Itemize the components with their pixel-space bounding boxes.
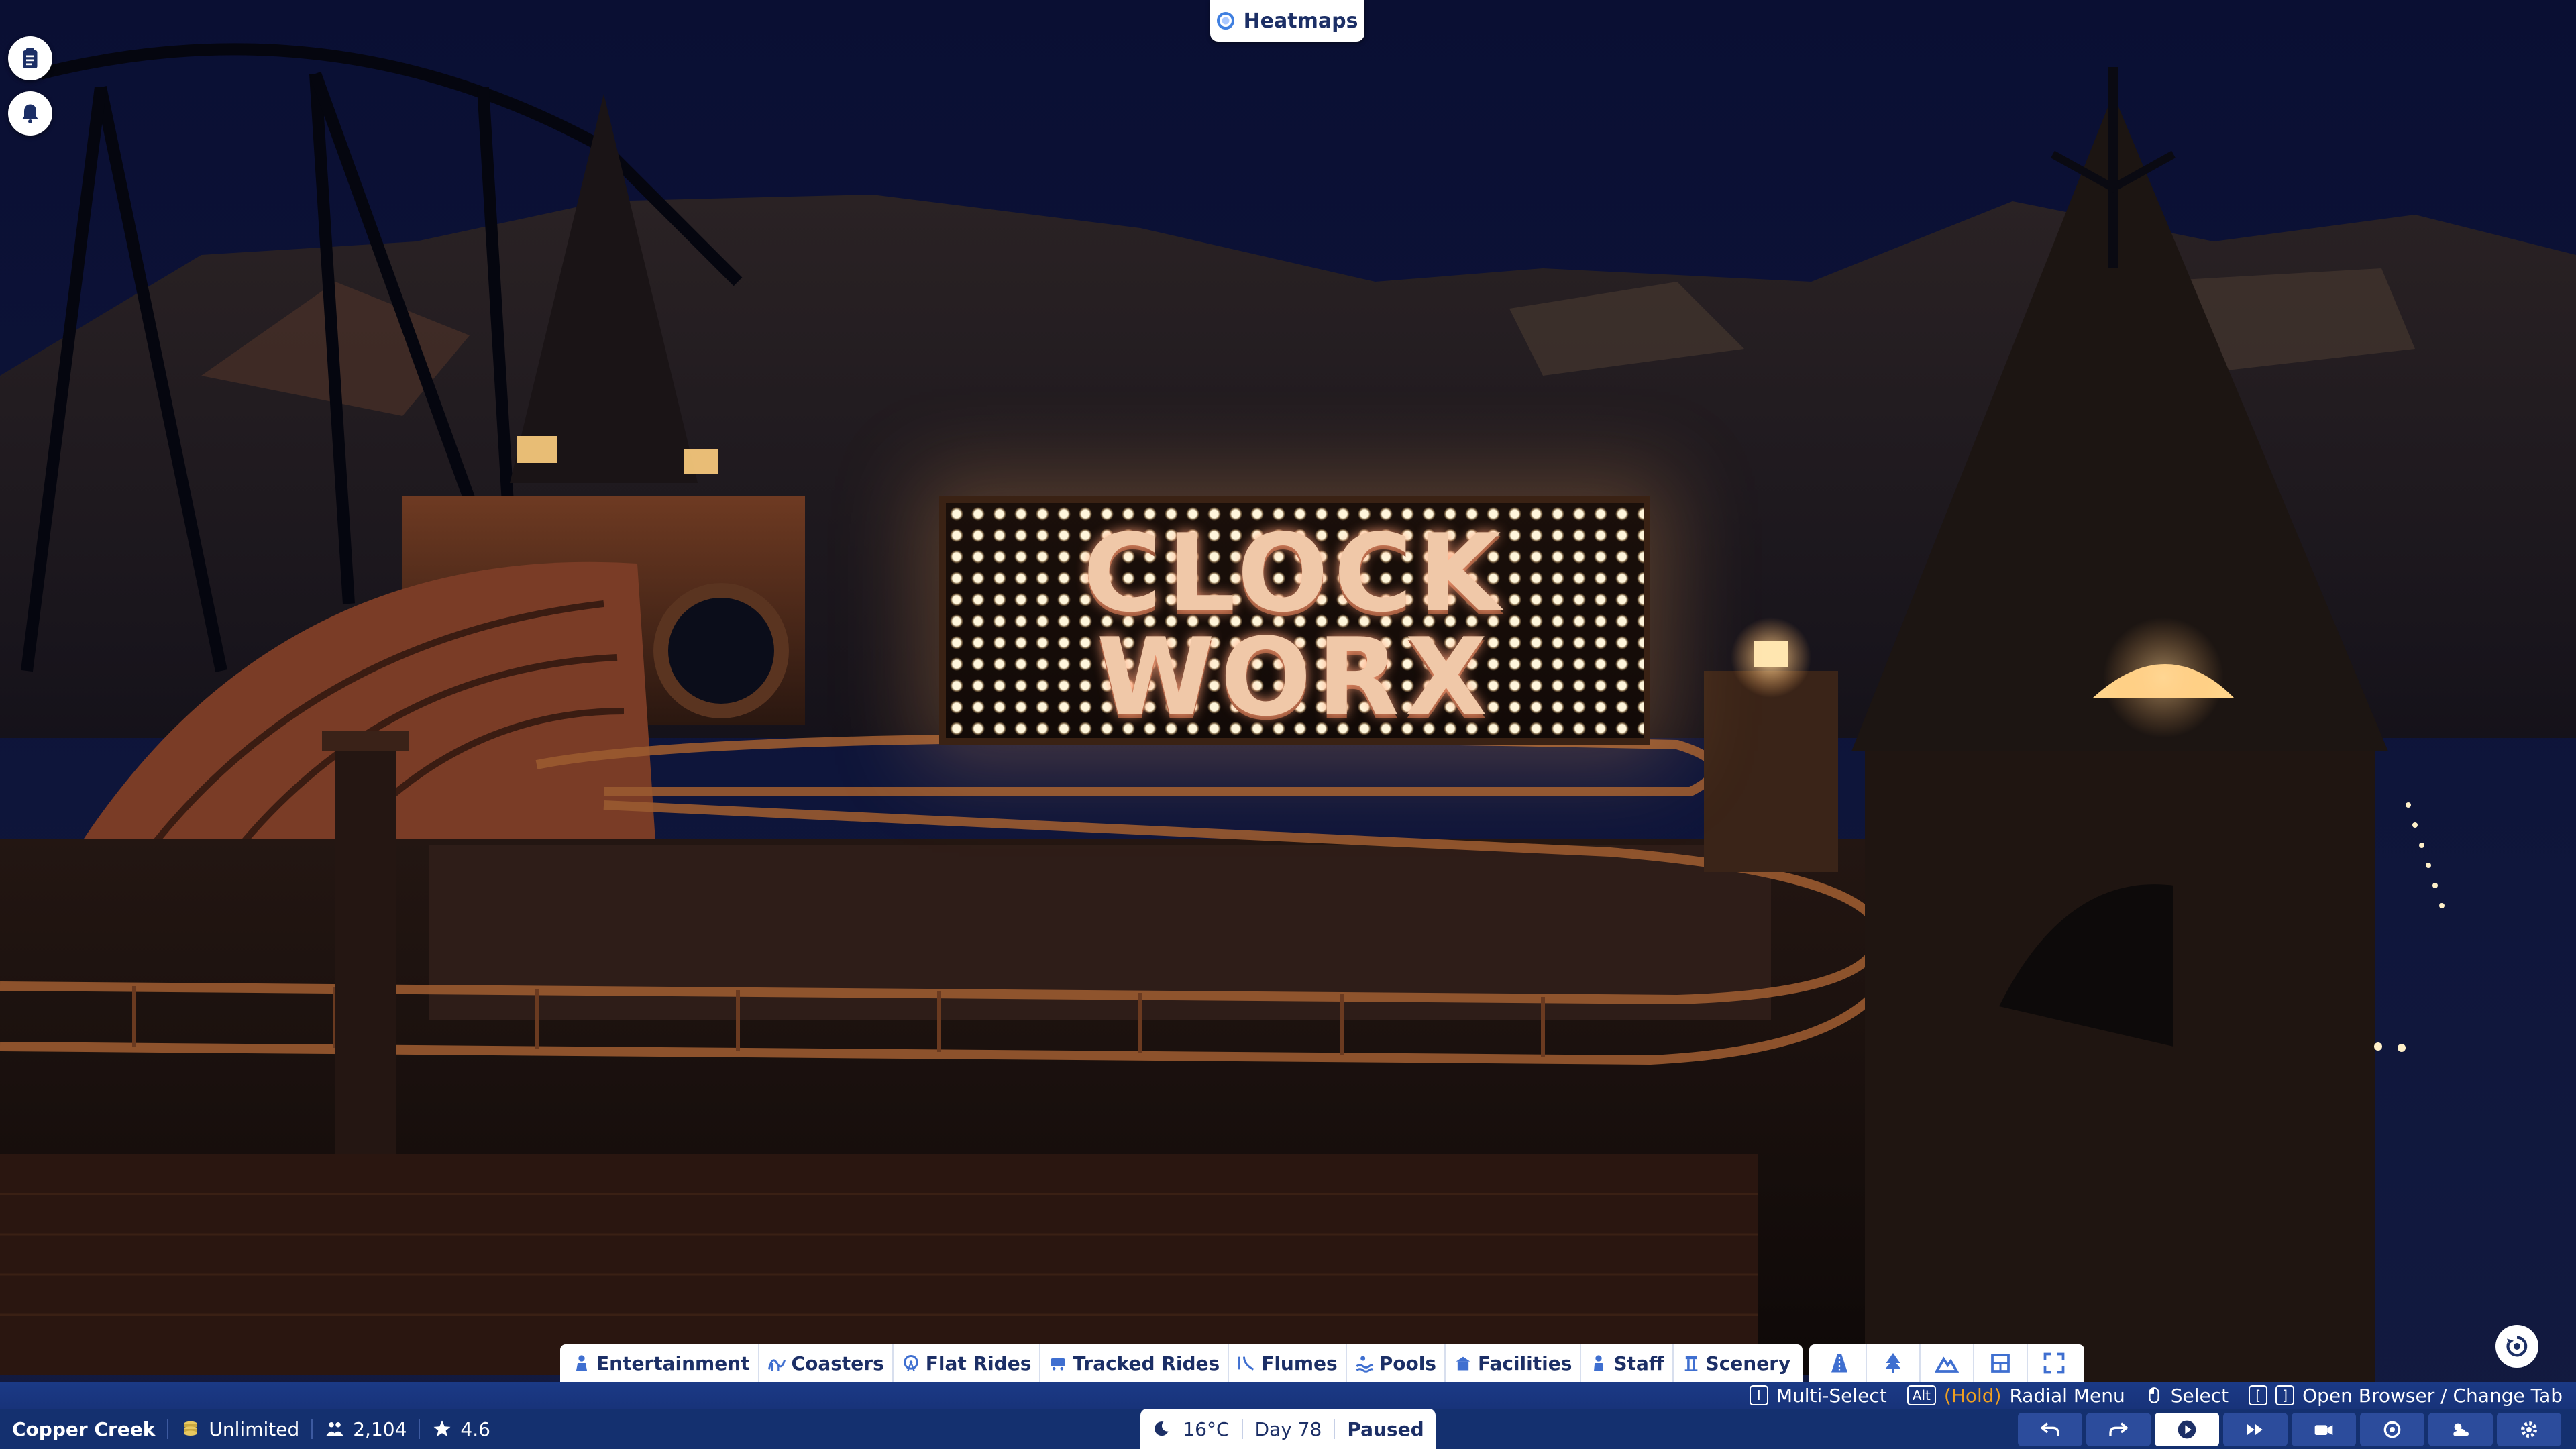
camera-button[interactable]	[2292, 1413, 2356, 1446]
money-display[interactable]: Unlimited	[180, 1418, 299, 1440]
game-controls	[2018, 1413, 2561, 1446]
coins-icon	[184, 1421, 198, 1436]
undo-icon	[2040, 1422, 2059, 1436]
gear-icon	[2521, 1421, 2537, 1438]
path-tool-button[interactable]	[1813, 1344, 1868, 1382]
tree-tool-icon	[1885, 1353, 1902, 1373]
tracked-ride-icon	[1051, 1358, 1065, 1371]
camera-reset-button[interactable]	[2496, 1325, 2538, 1368]
entertainer-icon	[576, 1355, 588, 1371]
tab-facilities[interactable]: Facilities	[1446, 1344, 1582, 1382]
guests-icon	[326, 1422, 343, 1436]
tab-pools[interactable]: Pools	[1347, 1344, 1446, 1382]
undo-button[interactable]	[2018, 1413, 2082, 1446]
weather-icon	[2453, 1423, 2469, 1436]
moon-icon	[1155, 1421, 1169, 1436]
hint-open-browser: [ ] Open Browser / Change Tab	[2249, 1385, 2563, 1407]
blueprint-tool-button[interactable]	[1974, 1344, 2029, 1382]
flume-icon	[1238, 1356, 1254, 1371]
facility-icon	[1456, 1356, 1470, 1371]
play-button[interactable]	[2155, 1413, 2219, 1446]
hint-radial-menu: Alt (Hold) Radial Menu	[1907, 1385, 2125, 1407]
heatmaps-label: Heatmaps	[1243, 9, 1358, 33]
heatmaps-button[interactable]: Heatmaps	[1210, 0, 1364, 42]
key-badge: [	[2249, 1385, 2268, 1405]
fullscreen-icon	[2043, 1352, 2065, 1374]
redo-icon	[2109, 1422, 2129, 1436]
fast-forward-icon	[2247, 1424, 2263, 1435]
divider	[167, 1419, 169, 1439]
pool-icon	[1356, 1356, 1373, 1373]
game-state: Paused	[1347, 1417, 1424, 1440]
flat-ride-icon	[903, 1355, 918, 1372]
key-badge: ]	[2275, 1385, 2295, 1405]
tab-flumes[interactable]: Flumes	[1229, 1344, 1347, 1382]
temperature: 16°C	[1183, 1417, 1230, 1440]
sign-line-2: WORX	[1096, 614, 1493, 740]
mouse-left-click-icon	[2149, 1387, 2159, 1403]
tab-entertainment[interactable]: Entertainment	[564, 1344, 759, 1382]
path-tool-icon	[1831, 1354, 1848, 1373]
clipboard-button[interactable]	[8, 36, 52, 80]
divider	[311, 1419, 313, 1439]
divider	[1334, 1419, 1336, 1439]
divider	[1241, 1419, 1243, 1439]
heatmap-icon	[1216, 12, 1234, 30]
clockworx-sign: CLOCK WORX	[939, 496, 1650, 745]
rotate-camera-icon	[2506, 1336, 2528, 1357]
camera-icon	[2314, 1425, 2333, 1435]
game-viewport[interactable]: CLOCK WORX	[0, 0, 2576, 1449]
fullscreen-button[interactable]	[2028, 1344, 2080, 1382]
control-hints-bar: I Multi-Select Alt (Hold) Radial Menu Se…	[0, 1382, 2576, 1409]
blueprint-tool-icon	[1991, 1354, 2010, 1373]
guest-count[interactable]: 2,104	[325, 1418, 407, 1440]
hint-select: Select	[2145, 1385, 2229, 1407]
time-weather-panel[interactable]: 16°C Day 78 Paused	[1140, 1409, 1436, 1449]
tab-coasters[interactable]: Coasters	[759, 1344, 894, 1382]
camera-mode-icon	[2383, 1421, 2401, 1438]
divider	[419, 1419, 421, 1439]
build-tools	[1809, 1344, 2085, 1382]
terrain-tool-button[interactable]	[1921, 1344, 1975, 1382]
play-icon	[2178, 1420, 2196, 1439]
key-badge: Alt	[1907, 1385, 1936, 1405]
key-badge: I	[1749, 1385, 1768, 1405]
tree-tool-button[interactable]	[1867, 1344, 1921, 1382]
terrain-tool-icon	[1935, 1356, 1960, 1373]
tab-scenery[interactable]: Scenery	[1674, 1344, 1799, 1382]
settings-button[interactable]	[2497, 1413, 2561, 1446]
clipboard-icon	[23, 48, 38, 68]
sign-line-1: CLOCK	[1083, 511, 1507, 636]
redo-button[interactable]	[2086, 1413, 2151, 1446]
weather-button[interactable]	[2428, 1413, 2493, 1446]
tab-flat-rides[interactable]: Flat Rides	[894, 1344, 1041, 1382]
tab-staff[interactable]: Staff	[1581, 1344, 1674, 1382]
coaster-icon	[767, 1359, 786, 1371]
notifications-button[interactable]	[8, 91, 52, 136]
fast-forward-button[interactable]	[2223, 1413, 2288, 1446]
tab-tracked-rides[interactable]: Tracked Rides	[1040, 1344, 1230, 1382]
hint-multi-select: I Multi-Select	[1749, 1385, 1887, 1407]
park-rating[interactable]: 4.6	[432, 1418, 490, 1440]
build-toolbar: Entertainment Coasters Flat Rides Tracke…	[560, 1344, 2085, 1382]
star-icon	[433, 1420, 451, 1437]
park-name[interactable]: Copper Creek	[12, 1418, 155, 1440]
scenery-icon	[1684, 1356, 1697, 1371]
build-categories: Entertainment Coasters Flat Rides Tracke…	[560, 1344, 1803, 1382]
staff-icon	[1594, 1355, 1604, 1371]
camera-mode-button[interactable]	[2360, 1413, 2424, 1446]
day-counter: Day 78	[1254, 1417, 1322, 1440]
bell-icon	[22, 104, 38, 123]
